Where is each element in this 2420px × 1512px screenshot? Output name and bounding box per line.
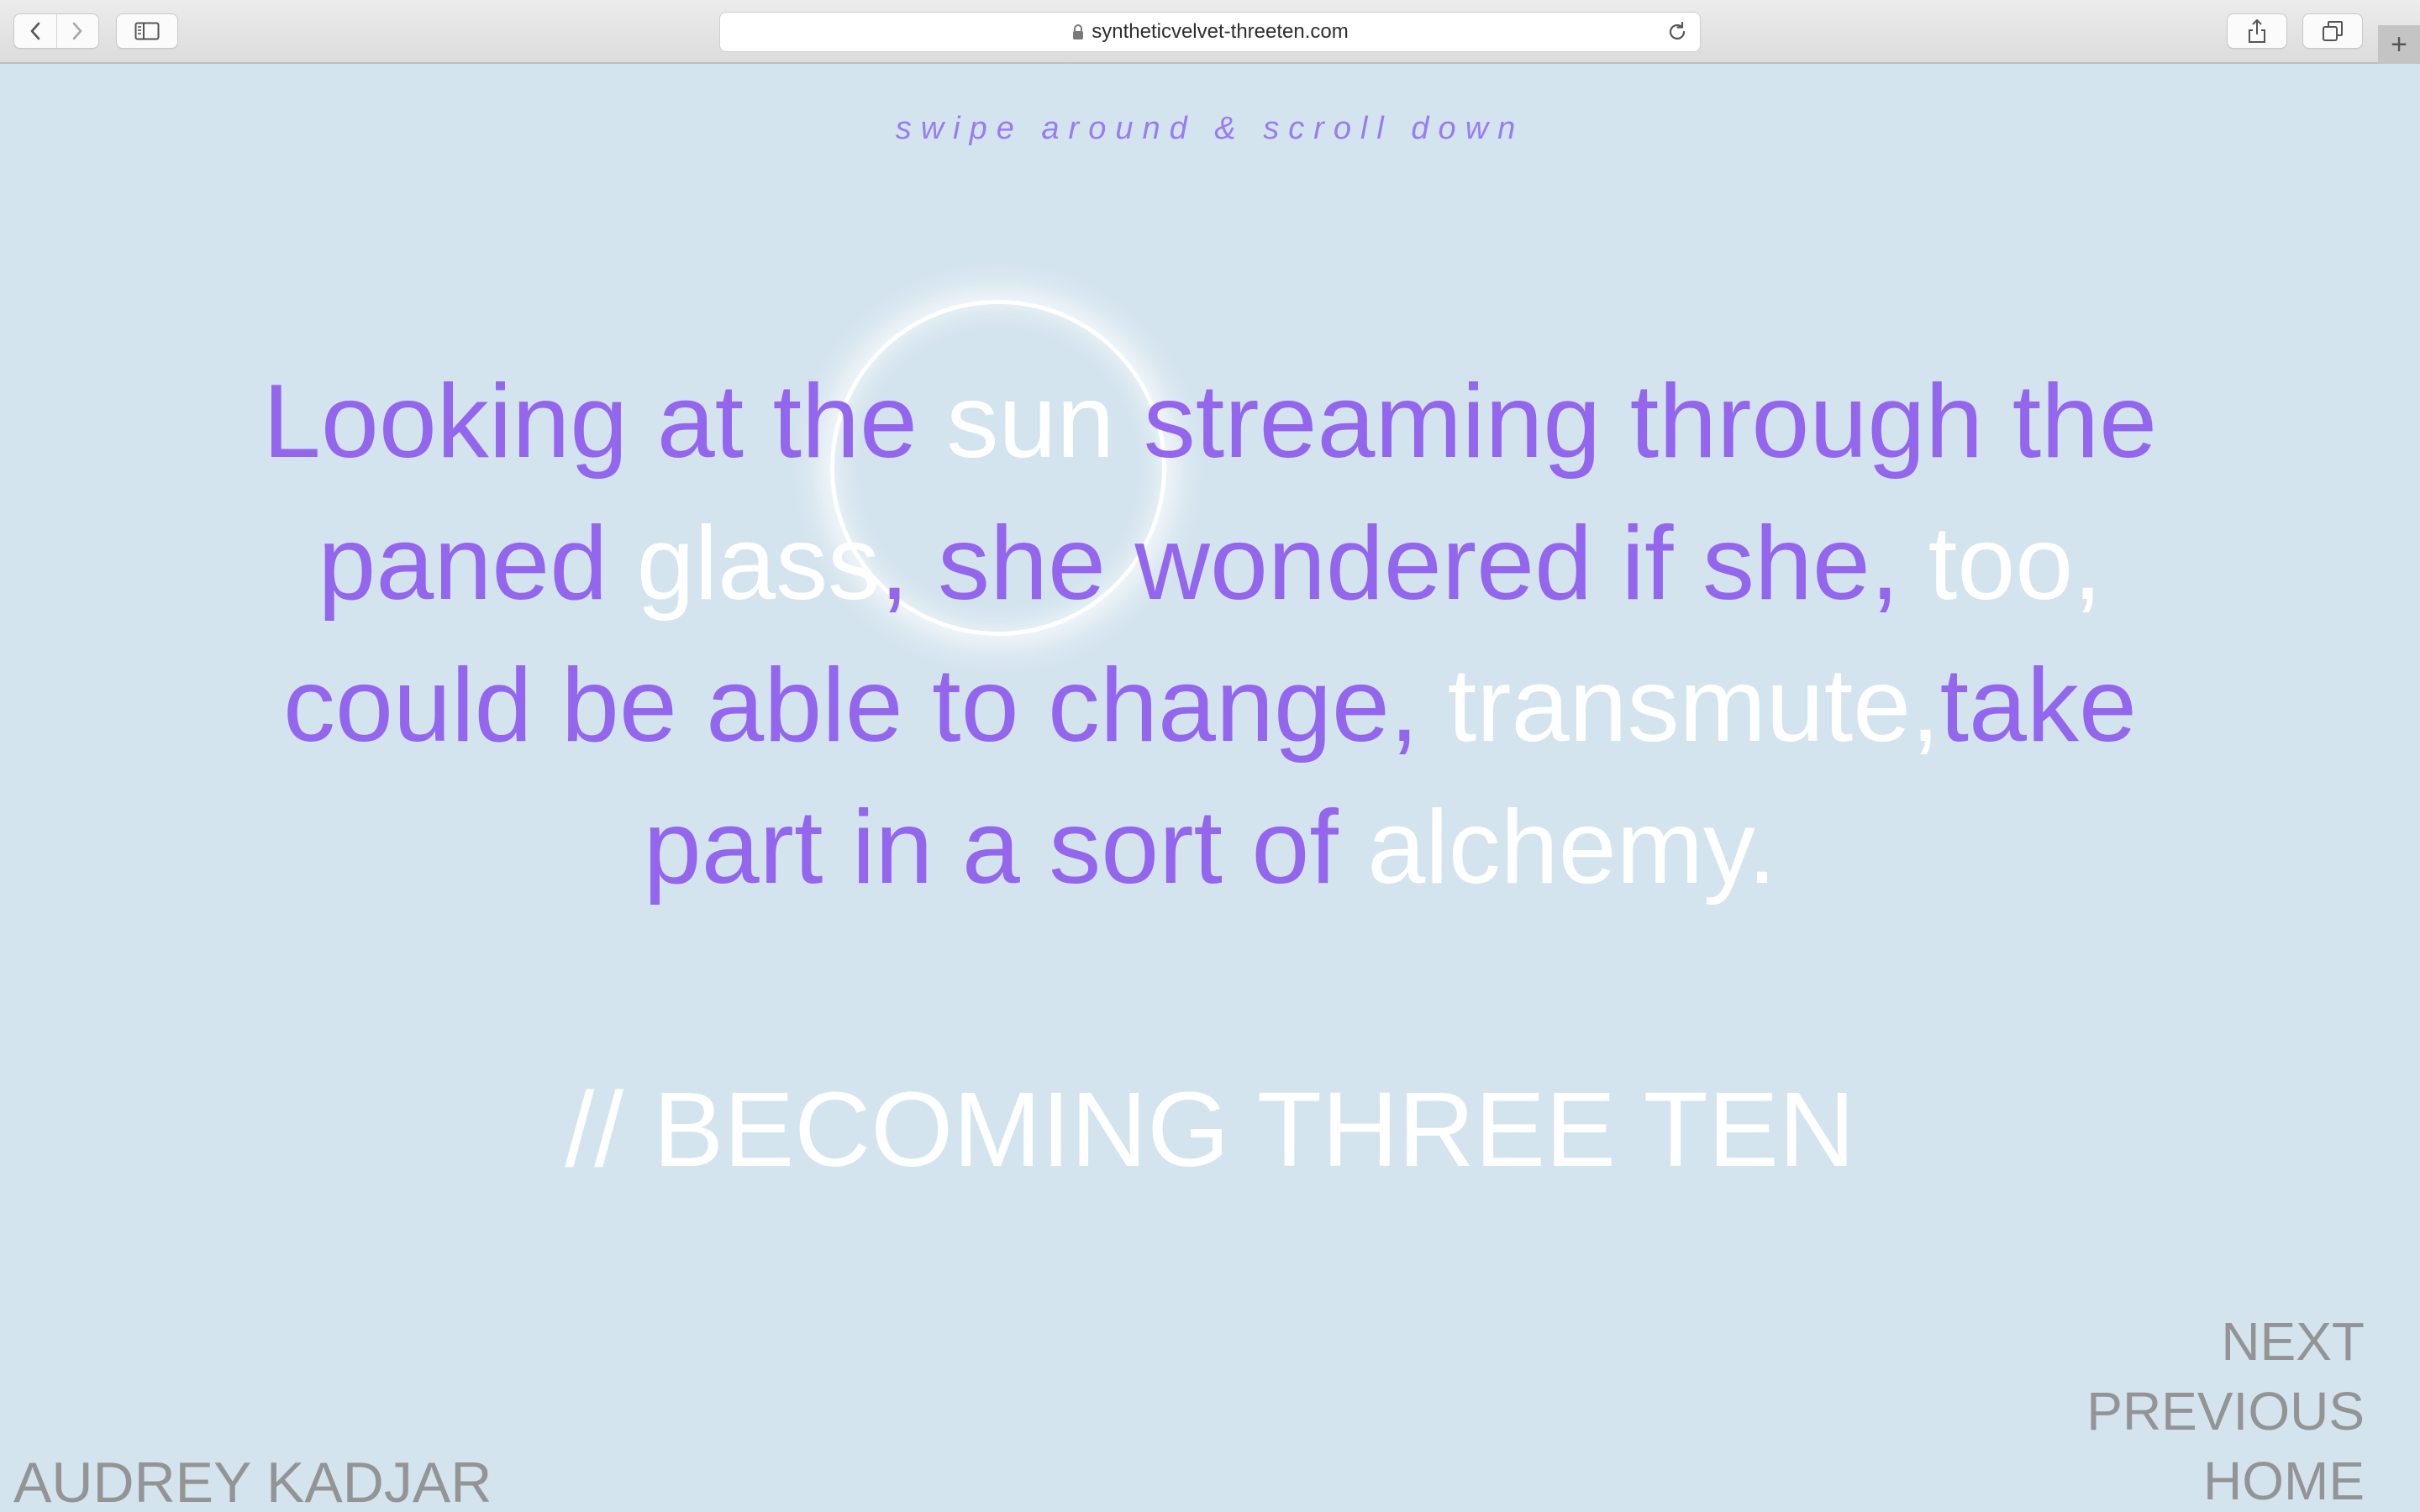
quote-segment: glass [636,506,881,622]
home-link[interactable]: HOME [2086,1446,2365,1512]
address-bar[interactable]: syntheticvelvet-threeten.com [719,12,1701,52]
quote-segment: transmute, [1447,648,1940,764]
author-name: AUDREY KADJAR [13,1451,492,1512]
sidebar-icon [134,22,160,40]
quote-segment: Looking at the [262,364,947,480]
lock-icon [1073,24,1084,39]
tabs-overview-icon [2323,21,2343,41]
scroll-hint: swipe around & scroll down [895,111,1525,146]
quote-segment: alchemy. [1367,790,1777,906]
back-button[interactable] [14,14,56,48]
quote-segment: too, [1928,506,2102,622]
sidebar-button[interactable] [116,13,178,49]
page-title: // BECOMING THREE TEN [565,1070,1855,1189]
share-button[interactable] [2227,13,2287,49]
url-text: syntheticvelvet-threeten.com [1092,20,1349,43]
share-icon [2249,19,2265,43]
quote-segment: , she wondered if she, [880,506,1928,622]
previous-link[interactable]: PREVIOUS [2086,1377,2365,1446]
poem-quote: Looking at the sun streaming through the… [218,351,2202,919]
browser-toolbar: syntheticvelvet-threeten.com + [0,0,2420,64]
show-tabs-button[interactable] [2302,13,2363,49]
quote-segment: could be able to change, [283,648,1448,764]
chevron-left-icon [30,22,40,40]
footer-nav: NEXT PREVIOUS HOME [2086,1307,2365,1512]
new-tab-button[interactable]: + [2378,25,2420,64]
quote-segment: sun [946,364,1115,480]
chevron-right-icon [72,22,82,40]
forward-button[interactable] [55,14,99,48]
reload-icon[interactable] [1666,21,1688,43]
history-nav-group [13,13,99,49]
next-link[interactable]: NEXT [2086,1307,2365,1377]
